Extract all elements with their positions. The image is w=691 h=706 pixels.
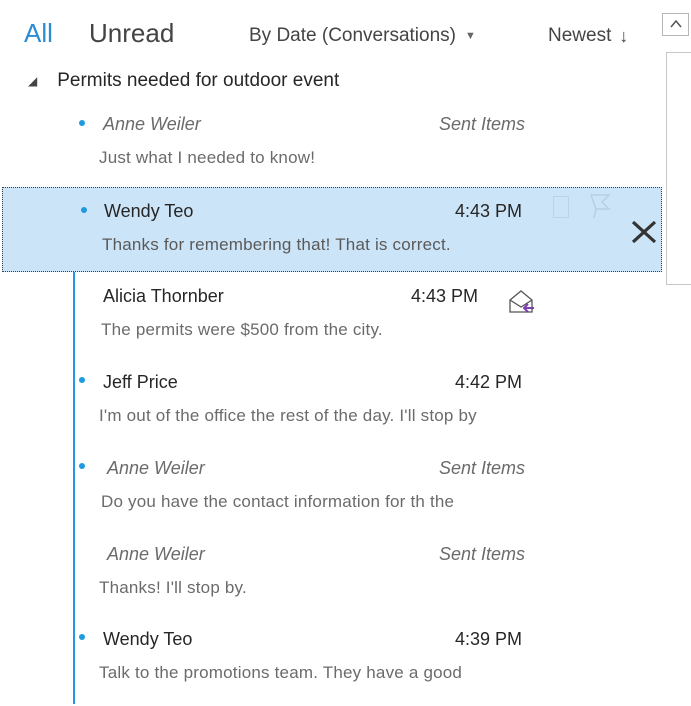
message-preview: Thanks! I'll stop by. xyxy=(99,578,247,597)
message-sender: Wendy Teo xyxy=(104,201,194,221)
category-tag-icon[interactable] xyxy=(553,196,569,218)
message-sender: Anne Weiler xyxy=(107,544,205,564)
dropdown-caret-icon: ▼ xyxy=(464,30,476,42)
sort-by-dropdown[interactable]: By Date (Conversations) ▼ xyxy=(249,25,476,47)
message-preview: Thanks for remembering that! That is cor… xyxy=(102,235,451,254)
message-time: 4:39 PM xyxy=(455,629,523,649)
replied-envelope-icon xyxy=(509,290,534,313)
sort-order-toggle[interactable]: Newest ↓ xyxy=(548,25,628,47)
scroll-up-button[interactable] xyxy=(662,13,689,36)
message-time: 4:43 PM xyxy=(455,201,523,221)
unread-dot-icon xyxy=(79,463,85,469)
message-folder: Sent Items xyxy=(439,544,526,564)
sort-order-label: Newest xyxy=(548,25,612,46)
unread-dot-icon xyxy=(79,634,85,640)
message-preview: The permits were $500 from the city. xyxy=(101,320,383,339)
filter-all-tab[interactable]: All xyxy=(24,18,53,49)
message-item-selected[interactable]: Wendy Teo 4:43 PM Thanks for remembering… xyxy=(2,187,662,272)
conversation-subject: Permits needed for outdoor event xyxy=(57,70,340,91)
message-item[interactable]: Jeff Price 4:42 PM I'm out of the office… xyxy=(0,364,662,444)
message-preview: Do you have the contact information for … xyxy=(101,492,455,511)
message-folder: Sent Items xyxy=(439,458,526,478)
message-sender: Jeff Price xyxy=(103,372,178,392)
message-folder: Sent Items xyxy=(439,114,526,134)
message-time: 4:43 PM xyxy=(411,286,479,306)
message-preview: I'm out of the office the rest of the da… xyxy=(99,406,477,425)
scroll-up-arrow-icon xyxy=(670,20,682,28)
unread-dot-icon xyxy=(79,120,85,126)
sort-down-arrow-icon: ↓ xyxy=(619,25,629,46)
message-sender: Alicia Thornber xyxy=(103,286,224,306)
message-sender: Wendy Teo xyxy=(103,629,193,649)
flag-icon[interactable] xyxy=(588,193,612,219)
sort-by-label: By Date (Conversations) xyxy=(249,25,456,46)
collapse-triangle-icon[interactable]: ◢ xyxy=(28,74,37,88)
delete-icon[interactable] xyxy=(630,219,658,245)
message-sender: Anne Weiler xyxy=(103,114,201,134)
message-item[interactable]: Anne Weiler Sent Items Thanks! I'll stop… xyxy=(0,536,662,616)
message-item[interactable]: Anne Weiler Sent Items Do you have the c… xyxy=(0,450,662,530)
message-item[interactable]: Alicia Thornber 4:43 PM The permits were… xyxy=(0,278,662,358)
message-preview: Talk to the promotions team. They have a… xyxy=(99,663,463,682)
unread-dot-icon xyxy=(79,377,85,383)
message-item[interactable]: Wendy Teo 4:39 PM Talk to the promotions… xyxy=(0,621,662,701)
message-preview: Just what I needed to know! xyxy=(99,148,316,167)
unread-dot-icon xyxy=(81,207,87,213)
conversation-header[interactable]: ◢ Permits needed for outdoor event xyxy=(28,70,339,92)
scrollbar-track[interactable] xyxy=(666,52,691,285)
message-time: 4:42 PM xyxy=(455,372,523,392)
filter-unread-tab[interactable]: Unread xyxy=(89,18,174,49)
message-item[interactable]: Anne Weiler Sent Items Just what I neede… xyxy=(0,107,662,187)
message-sender: Anne Weiler xyxy=(107,458,205,478)
